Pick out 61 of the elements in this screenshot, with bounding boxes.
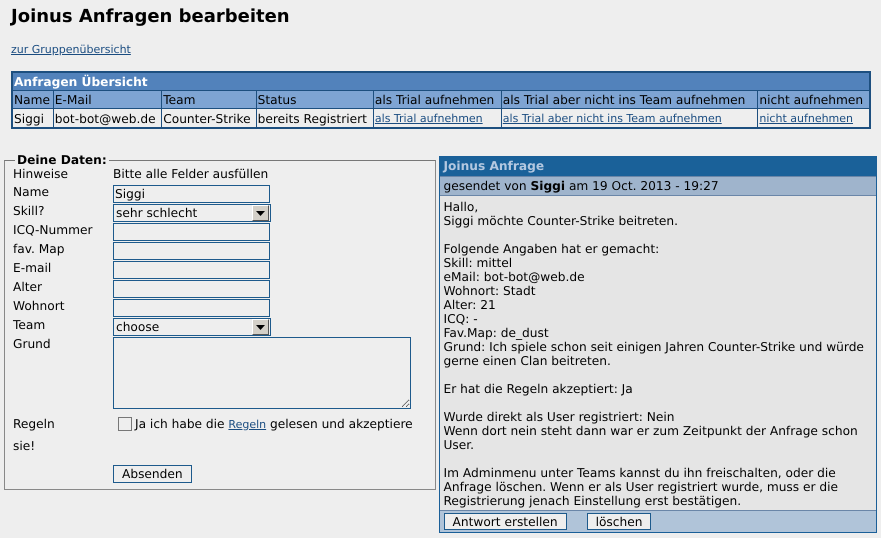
- field-label: Regeln: [13, 417, 56, 431]
- message-text: Hallo,: [444, 200, 480, 214]
- message-text: Wenn dort nein steht dann war er zum Zeitpunkt der Anfrage schon User.: [444, 424, 859, 452]
- submit-button[interactable]: Absenden: [113, 465, 192, 483]
- rules-text: sie!: [13, 439, 36, 453]
- message-text: Skill: mittel: [444, 256, 514, 270]
- table-title: Anfragen Übersicht: [12, 72, 870, 90]
- input-field[interactable]: [113, 337, 411, 409]
- message-text: ICQ: -: [444, 312, 479, 326]
- input-field[interactable]: [113, 280, 270, 298]
- field-label: Wohnort: [13, 299, 66, 313]
- column-header: Name: [12, 90, 54, 108]
- input-field[interactable]: [113, 223, 270, 241]
- message-text: Wohnort: Stadt: [444, 284, 536, 298]
- message-text: Er hat die Regeln akzeptiert: Ja: [444, 382, 634, 396]
- dropdown[interactable]: sehr schlecht: [113, 204, 271, 222]
- rules-checkbox[interactable]: [118, 417, 132, 431]
- sender-info: gesendet von Siggi am 19 Oct. 2013 - 19:27: [440, 176, 876, 196]
- page-title: Joinus Anfragen bearbeiten: [11, 5, 291, 29]
- message-text: eMail: bot-bot@web.de: [444, 270, 586, 284]
- field-label: Hinweise: [13, 167, 69, 181]
- message-text: Wurde direkt als User registriert: Nein: [444, 410, 676, 424]
- field-label: E-mail: [13, 261, 52, 275]
- field-label: Alter: [13, 280, 44, 294]
- column-header: als Trial aber nicht ins Team aufnehmen: [501, 90, 758, 108]
- table-cell: bot-bot@web.de: [53, 108, 162, 128]
- caret-icon: [252, 319, 269, 335]
- table-cell: Siggi: [12, 108, 54, 128]
- table-cell: bereits Registriert: [256, 108, 374, 128]
- message-text: Grund: Ich spiele schon seit einigen Jahren Counter-Strike und würde gerne einen Clan beitreten.: [444, 340, 865, 368]
- input-field[interactable]: [113, 299, 270, 317]
- column-header: E-Mail: [53, 90, 162, 108]
- rules-link[interactable]: Regeln: [228, 418, 266, 430]
- dropdown[interactable]: choose: [113, 318, 271, 336]
- action-button[interactable]: Antwort erstellen: [444, 513, 567, 530]
- field-label: Grund: [13, 337, 52, 351]
- message-text: Folgende Angaben hat er gemacht:: [444, 242, 660, 256]
- message-text: Im Adminmenu unter Teams kannst du ihn freischalten, oder die Anfrage löschen. Wenn er als User registriert wurde, muss er die Registrierung jenach Einstellung erst bestätigen.: [444, 466, 840, 508]
- field-label: fav. Map: [13, 242, 66, 256]
- column-header: Team: [162, 90, 256, 108]
- rules-text: Ja ich habe die Regeln gelesen und akzeptiere: [135, 416, 413, 432]
- message-text: Fav.Map: de_dust: [444, 326, 550, 340]
- column-header: als Trial aufnehmen: [373, 90, 502, 108]
- table-cell: Counter-Strike: [162, 108, 256, 128]
- action-button[interactable]: löschen: [586, 513, 652, 530]
- column-header: nicht aufnehmen: [758, 90, 870, 108]
- panel-title: Joinus Anfrage: [440, 157, 876, 176]
- hint-text: Bitte alle Felder ausfüllen: [113, 167, 268, 181]
- field-label: Team: [13, 318, 46, 332]
- caret-icon: [252, 205, 269, 221]
- field-label: Name: [13, 185, 50, 199]
- field-label: Skill?: [13, 204, 46, 218]
- back-link[interactable]: zur Gruppenübersicht: [11, 43, 131, 57]
- input-field[interactable]: Siggi: [113, 185, 270, 203]
- column-header: Status: [256, 90, 374, 108]
- form-legend: Deine Daten:: [15, 153, 109, 167]
- input-field[interactable]: [113, 242, 270, 260]
- input-field[interactable]: [113, 261, 270, 279]
- message-text: Siggi möchte Counter-Strike beitreten.: [444, 214, 680, 228]
- field-label: ICQ-Nummer: [13, 223, 94, 237]
- message-text: Alter: 21: [444, 298, 497, 312]
